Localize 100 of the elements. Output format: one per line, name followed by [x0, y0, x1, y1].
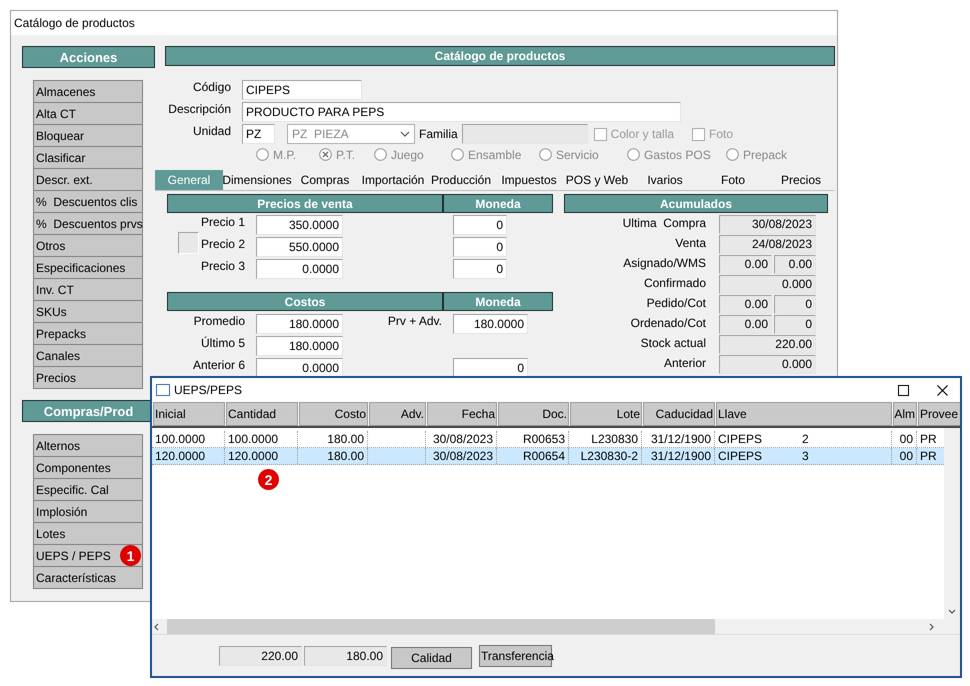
- section-header: Acciones: [22, 46, 155, 68]
- cost-field[interactable]: 0: [453, 358, 528, 378]
- table-cell: 3: [802, 449, 809, 463]
- table-cell: 00: [900, 432, 913, 446]
- table-cell: 180.00: [327, 432, 364, 446]
- column-header[interactable]: Provee: [918, 402, 960, 426]
- column-header[interactable]: Lote: [570, 402, 642, 426]
- column-header[interactable]: Caducidad: [643, 402, 715, 426]
- cost-field[interactable]: 180.0000: [256, 336, 343, 356]
- sidebar-button[interactable]: Clasificar: [33, 146, 143, 169]
- window-title: Catálogo de productos: [14, 16, 135, 30]
- table-cell: 00: [900, 449, 913, 463]
- column-header[interactable]: Fecha: [427, 402, 497, 426]
- sidebar-button[interactable]: UEPS / PEPS 1: [33, 544, 143, 567]
- total-field: 0.00: [719, 315, 772, 334]
- description-field[interactable]: PRODUCTO PARA PEPS: [242, 102, 681, 122]
- sidebar-button[interactable]: % Descuentos prvs: [33, 212, 143, 235]
- close-icon[interactable]: [937, 384, 948, 396]
- total-field: 0.00: [719, 255, 772, 274]
- radio-label: Prepack: [743, 148, 788, 162]
- sidebar-button[interactable]: Almacenes: [33, 80, 143, 103]
- field-label: Anterior 6: [192, 358, 245, 374]
- table-cell: PR: [920, 449, 937, 463]
- total-field: 220.00: [219, 646, 302, 666]
- table-cell: 30/08/2023: [432, 432, 493, 446]
- sidebar-button[interactable]: Descr. ext.: [33, 168, 143, 191]
- sidebar-button[interactable]: Características: [33, 566, 143, 589]
- total-field: 0.00: [719, 295, 772, 314]
- window-title: UEPS/PEPS: [174, 383, 244, 397]
- currency-field[interactable]: 0: [453, 237, 507, 257]
- column-header[interactable]: Cantidad: [226, 402, 298, 426]
- dialog-button[interactable]: Calidad: [391, 646, 472, 668]
- table-cell: 120.0000: [155, 449, 206, 463]
- column-header[interactable]: Doc.: [498, 402, 569, 426]
- field-label: Precio 3: [200, 259, 245, 275]
- scrollbar-thumb[interactable]: [167, 619, 715, 634]
- column-header[interactable]: Adv.: [369, 402, 426, 426]
- tab[interactable]: Producción: [427, 170, 495, 190]
- table-row[interactable]: 100.0000 100.0000 180.00 30/08/2023 R00653 L230830 31/12/1900 CIPEPS 2 00 PR: [152, 431, 944, 448]
- code-field[interactable]: CIPEPS: [242, 80, 362, 100]
- total-field: 0: [774, 295, 816, 314]
- table-cell: R00654: [522, 449, 565, 463]
- field-label: Unidad: [192, 123, 232, 138]
- price-field[interactable]: 0.0000: [256, 259, 343, 279]
- sidebar-button[interactable]: SKUs: [33, 300, 143, 323]
- column-header[interactable]: Llave: [716, 402, 892, 426]
- field-label: Precio 1: [200, 215, 245, 231]
- sidebar-button[interactable]: Inv. CT: [33, 278, 143, 301]
- radio-label: Ensamble: [468, 148, 522, 162]
- tab[interactable]: Precios: [767, 170, 835, 190]
- column-header[interactable]: Costo: [299, 402, 368, 426]
- dialog-button[interactable]: Transferencia: [479, 644, 552, 666]
- sidebar-button[interactable]: Alta CT: [33, 102, 143, 125]
- sidebar-button[interactable]: Bloquear: [33, 124, 143, 147]
- sidebar-button[interactable]: Especificaciones: [33, 256, 143, 279]
- maximize-icon[interactable]: [898, 384, 909, 396]
- sidebar-button[interactable]: Componentes: [33, 456, 143, 479]
- sidebar-button[interactable]: Prepacks: [33, 322, 143, 345]
- window-icon: [156, 384, 170, 396]
- cost-field[interactable]: 0.0000: [256, 358, 343, 378]
- column-header[interactable]: Inicial: [153, 402, 225, 426]
- tab[interactable]: Compras: [291, 170, 359, 190]
- table-header: Moneda: [443, 292, 553, 311]
- unit-field[interactable]: PZ: [242, 124, 275, 144]
- radio-label: Juego: [391, 148, 424, 162]
- price-field[interactable]: 350.0000: [256, 215, 343, 235]
- table-cell: 2: [802, 432, 809, 446]
- sidebar-button[interactable]: Alternos: [33, 434, 143, 457]
- table-cell: PR: [920, 432, 937, 446]
- form-header: Catálogo de productos: [165, 46, 835, 66]
- caret-icon: [400, 129, 410, 139]
- tab[interactable]: POS y Web: [563, 170, 631, 190]
- tab[interactable]: Dimensiones: [223, 170, 291, 190]
- column-header[interactable]: Alm: [893, 402, 917, 426]
- currency-field[interactable]: 0: [453, 215, 507, 235]
- table-row[interactable]: 120.0000 120.0000 180.00 30/08/2023 R00654 L230830-2 31/12/1900 CIPEPS 3 00 PR: [152, 448, 944, 465]
- cost-field[interactable]: 180.0000: [453, 314, 528, 334]
- sidebar-button[interactable]: Otros: [33, 234, 143, 257]
- sidebar-button[interactable]: Canales: [33, 344, 143, 367]
- step-marker: 1: [120, 545, 141, 566]
- sidebar-button[interactable]: Especific. Cal: [33, 478, 143, 501]
- tab[interactable]: Foto: [699, 170, 767, 190]
- table-cell: R00653: [522, 432, 565, 446]
- sidebar-button[interactable]: Precios: [33, 366, 143, 389]
- cost-field[interactable]: 180.0000: [256, 314, 343, 334]
- table-header: Precios de venta: [167, 194, 443, 213]
- sidebar-button[interactable]: Implosión: [33, 500, 143, 523]
- sidebar-button[interactable]: Lotes: [33, 522, 143, 545]
- total-field: 220.00: [719, 335, 816, 354]
- radio-label: Gastos POS: [644, 148, 711, 162]
- color-swatch[interactable]: [178, 232, 199, 254]
- currency-field[interactable]: 0: [453, 259, 507, 279]
- vertical-scrollbar[interactable]: [944, 428, 960, 619]
- tab[interactable]: Ivarios: [631, 170, 699, 190]
- tab[interactable]: Importación: [359, 170, 427, 190]
- sidebar-button[interactable]: % Descuentos clis: [33, 190, 143, 213]
- price-field[interactable]: 550.0000: [256, 237, 343, 257]
- radio-label: M.P.: [273, 148, 296, 162]
- table-cell: 100.0000: [155, 432, 206, 446]
- tab[interactable]: Impuestos: [495, 170, 563, 190]
